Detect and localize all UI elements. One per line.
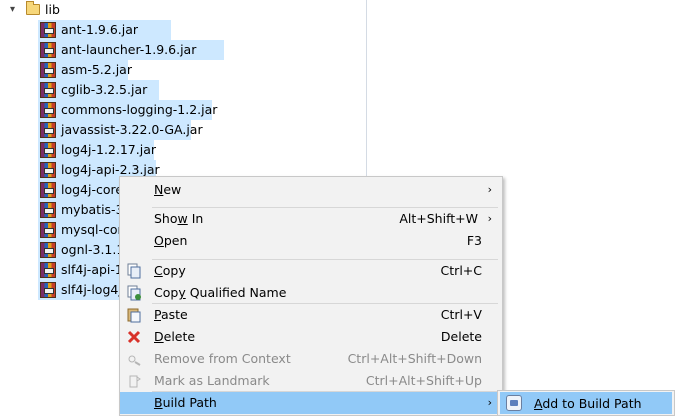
jar-file-name: log4j-core <box>61 182 124 197</box>
copy-qualified-name-icon <box>126 285 142 301</box>
menu-separator <box>152 391 498 392</box>
build-path-submenu: Add to Build Path <box>497 390 675 416</box>
jar-file-name: mysql-cor <box>61 222 123 237</box>
delete-icon <box>126 329 142 345</box>
menu-item-remove-from-context: Remove from Context Ctrl+Alt+Shift+Down <box>120 348 502 370</box>
jar-file-icon <box>40 262 56 278</box>
menu-separator <box>152 207 498 208</box>
jar-file-icon <box>40 162 56 178</box>
menu-item-shortcut: Alt+Shift+W <box>399 211 478 226</box>
jar-file-icon <box>40 222 56 238</box>
jar-file-icon <box>40 42 56 58</box>
remove-from-context-icon <box>126 351 142 367</box>
menu-item-shortcut: F3 <box>466 233 482 248</box>
menu-item-shortcut: Ctrl+V <box>440 307 482 322</box>
jar-list-item[interactable]: log4j-1.2.17.jar <box>0 140 366 160</box>
copy-icon <box>126 263 142 279</box>
mnemonic-letter: w <box>177 211 188 226</box>
mnemonic-letter: O <box>154 233 164 248</box>
menu-item-label: Delete <box>154 329 196 344</box>
jar-file-name: slf4j-api-1 <box>61 262 123 277</box>
add-to-build-path-icon <box>506 395 522 411</box>
menu-separator <box>152 303 498 304</box>
menu-item-shortcut: Ctrl+Alt+Shift+Down <box>347 351 482 366</box>
expand-collapse-icon[interactable]: ▾ <box>10 0 20 20</box>
menu-item-label: New <box>154 182 182 197</box>
jar-list-item[interactable]: javassist-3.22.0-GA.jar <box>0 120 366 140</box>
menu-item-label: Copy Qualified Name <box>154 285 287 300</box>
menu-item-label: Mark as Landmark <box>154 373 270 388</box>
menu-item-show-in[interactable]: Show In Alt+Shift+W › <box>120 208 502 230</box>
menu-item-mark-as-landmark: Mark as Landmark Ctrl+Alt+Shift+Up <box>120 370 502 392</box>
tree-root-label: lib <box>45 2 60 17</box>
mnemonic-letter: N <box>154 182 164 197</box>
menu-separator <box>152 259 498 260</box>
menu-item-label: Show In <box>154 211 204 226</box>
menu-item-copy[interactable]: Copy Ctrl+C <box>120 260 502 282</box>
jar-list-item[interactable]: commons-logging-1.2.jar <box>0 100 366 120</box>
menu-item-copy-qualified-name[interactable]: Copy Qualified Name <box>120 282 502 304</box>
menu-item-label: Paste <box>154 307 188 322</box>
mnemonic-letter: C <box>154 263 163 278</box>
jar-list-item[interactable]: ant-launcher-1.9.6.jar <box>0 40 366 60</box>
jar-file-icon <box>40 62 56 78</box>
jar-file-icon <box>40 122 56 138</box>
submenu-arrow-icon: › <box>487 212 492 225</box>
jar-file-icon <box>40 242 56 258</box>
jar-list-item[interactable]: asm-5.2.jar <box>0 60 366 80</box>
menu-item-build-path[interactable]: Build Path › <box>120 392 502 414</box>
jar-file-name: javassist-3.22.0-GA.jar <box>61 122 203 137</box>
jar-file-icon <box>40 22 56 38</box>
mnemonic-letter: y <box>178 285 186 300</box>
jar-file-icon <box>40 82 56 98</box>
jar-file-name: commons-logging-1.2.jar <box>61 102 218 117</box>
add-to-build-path-label: Add to Build Path <box>534 393 642 415</box>
context-menu: New › Show In Alt+Shift+W › Open F3 Copy Ctrl+C C… <box>119 176 503 416</box>
jar-file-name: asm-5.2.jar <box>61 62 132 77</box>
menu-item-label: Remove from Context <box>154 351 291 366</box>
jar-file-name: slf4j-log4j <box>61 282 122 297</box>
jar-file-icon <box>40 282 56 298</box>
menu-item-new[interactable]: New › <box>120 179 502 201</box>
folder-icon <box>26 1 40 15</box>
landmark-icon <box>126 373 142 389</box>
jar-file-name: ant-launcher-1.9.6.jar <box>61 42 197 57</box>
jar-file-name: ant-1.9.6.jar <box>61 22 139 37</box>
submenu-arrow-icon: › <box>487 396 492 409</box>
menu-item-shortcut: Delete <box>440 329 482 344</box>
jar-file-name: log4j-1.2.17.jar <box>61 142 156 157</box>
mnemonic-letter: P <box>154 307 161 322</box>
tree-root-row[interactable]: ▾ lib <box>0 0 366 20</box>
mnemonic-letter: B <box>154 395 163 410</box>
paste-icon <box>126 307 142 323</box>
add-to-build-path-item[interactable]: Add to Build Path <box>500 392 672 414</box>
menu-item-label: Copy <box>154 263 186 278</box>
menu-item-label: Build Path <box>154 395 217 410</box>
mnemonic-letter: D <box>154 329 164 344</box>
menu-item-paste[interactable]: Paste Ctrl+V <box>120 304 502 326</box>
jar-file-name: cglib-3.2.5.jar <box>61 82 148 97</box>
jar-list-item[interactable]: ant-1.9.6.jar <box>0 20 366 40</box>
jar-file-icon <box>40 102 56 118</box>
menu-item-delete[interactable]: Delete Delete <box>120 326 502 348</box>
menu-item-shortcut: Ctrl+Alt+Shift+Up <box>365 373 482 388</box>
add-to-build-path-rest: dd to Build Path <box>542 396 642 411</box>
menu-item-label: Open <box>154 233 188 248</box>
menu-item-open[interactable]: Open F3 <box>120 230 502 252</box>
jar-file-name: mybatis-3 <box>61 202 124 217</box>
jar-list-item[interactable]: cglib-3.2.5.jar <box>0 80 366 100</box>
jar-file-icon <box>40 142 56 158</box>
menu-item-shortcut: Ctrl+C <box>440 263 482 278</box>
submenu-arrow-icon: › <box>487 183 492 196</box>
jar-file-name: ognl-3.1.1 <box>61 242 125 257</box>
jar-file-icon <box>40 182 56 198</box>
jar-file-icon <box>40 202 56 218</box>
